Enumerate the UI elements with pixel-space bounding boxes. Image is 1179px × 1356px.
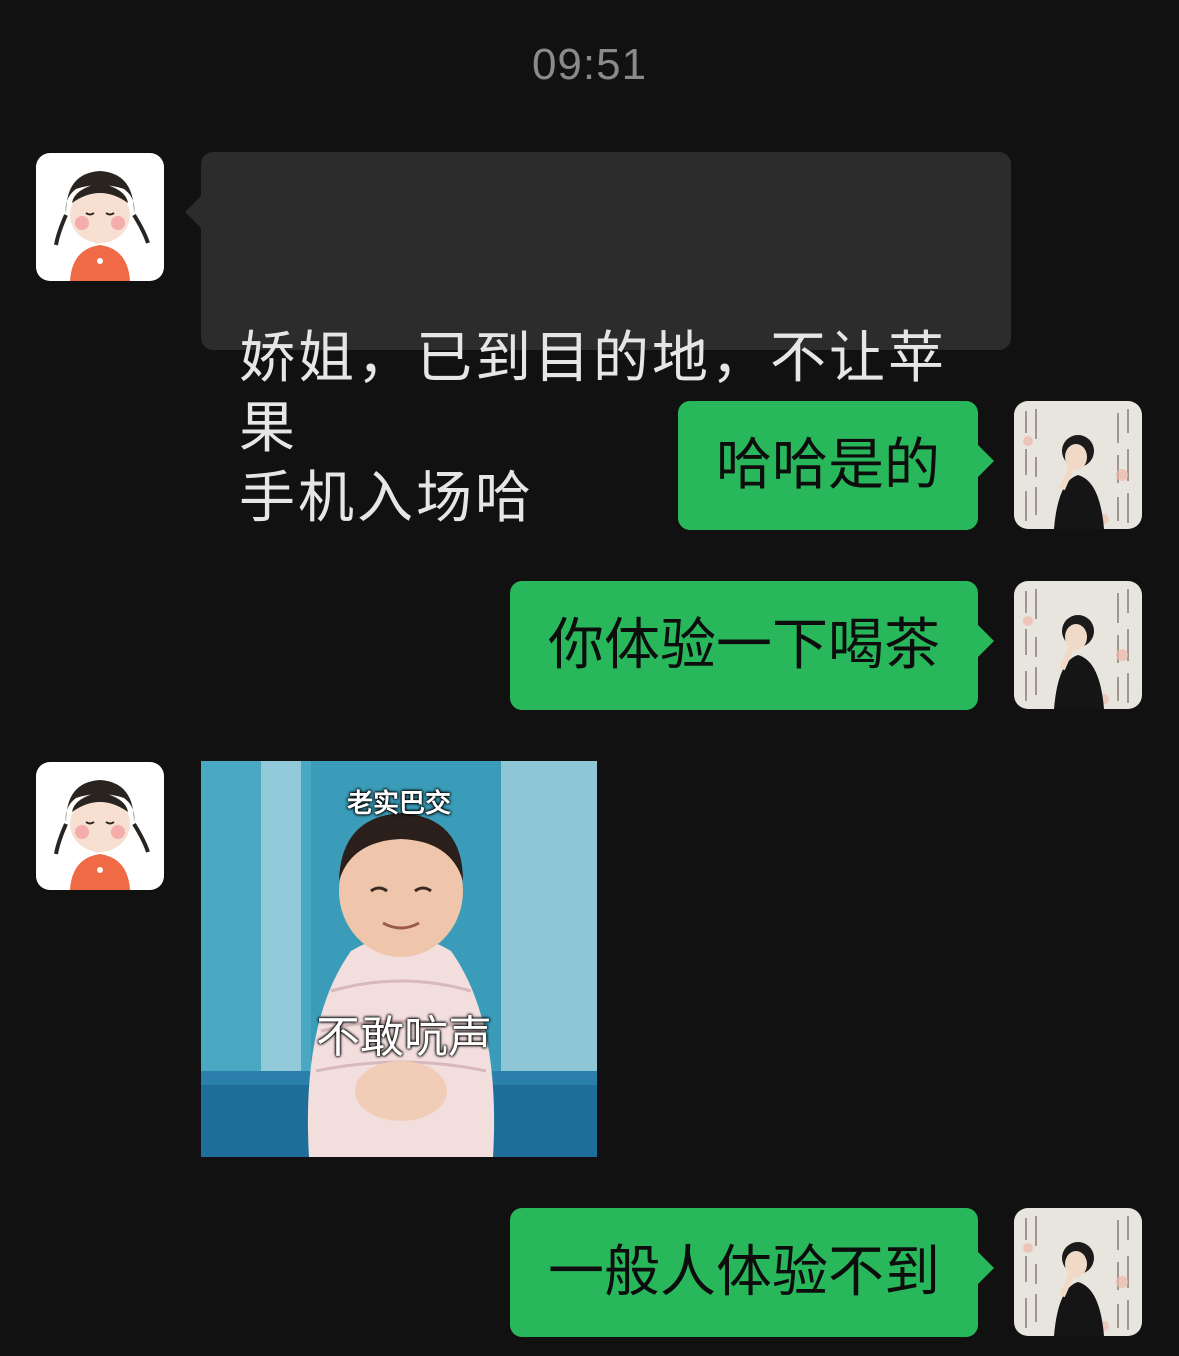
sticker-image[interactable]: 老实巴交 不敢吭声 [201, 761, 597, 1157]
chat-timestamp: 09:51 [531, 40, 648, 89]
bubble-tail [185, 196, 201, 228]
bubble-tail [978, 625, 994, 657]
incoming-message-bubble[interactable]: 娇姐，已到目的地，不让苹果 手机入场哈 [185, 152, 1011, 531]
message-text: 你体验一下喝茶 [548, 613, 940, 678]
message-text: 一般人体验不到 [548, 1240, 940, 1305]
woman-calligraphy-avatar-icon[interactable] [1014, 581, 1142, 709]
outgoing-message-bubble[interactable]: 一般人体验不到 [510, 1208, 994, 1337]
cartoon-girl-avatar-icon[interactable] [36, 762, 164, 890]
sticker-caption-top: 老实巴交 [346, 789, 451, 819]
woman-calligraphy-avatar-icon[interactable] [1014, 401, 1142, 529]
message-text: 哈哈是的 [716, 433, 940, 498]
outgoing-message-bubble[interactable]: 哈哈是的 [678, 401, 994, 530]
outgoing-message-bubble[interactable]: 你体验一下喝茶 [510, 581, 994, 710]
sticker-caption-main: 不敢吭声 [316, 1012, 492, 1063]
cartoon-girl-avatar-icon[interactable] [36, 153, 164, 281]
woman-calligraphy-avatar-icon[interactable] [1014, 1208, 1142, 1336]
bubble-tail [978, 1252, 994, 1284]
bubble-tail [978, 445, 994, 477]
